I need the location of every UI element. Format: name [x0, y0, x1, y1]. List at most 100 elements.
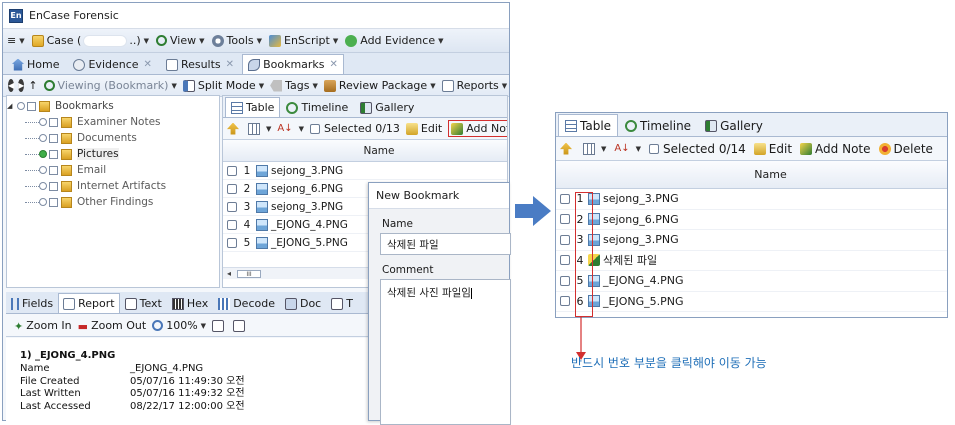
tree-checkbox[interactable]: [49, 133, 58, 143]
review-package-dropdown[interactable]: Review Package ▼: [323, 79, 436, 92]
row-number[interactable]: 3: [574, 233, 586, 246]
edit-button[interactable]: Edit: [405, 122, 442, 135]
add-note-button[interactable]: Add Note: [800, 142, 871, 156]
tab-hex[interactable]: Hex: [167, 293, 213, 313]
close-icon[interactable]: ✕: [330, 59, 338, 70]
menu-enscript[interactable]: EnScript ▼: [269, 34, 338, 47]
row-checkbox[interactable]: [560, 296, 570, 307]
columns-dropdown[interactable]: ▼: [583, 142, 606, 155]
tree-checkbox[interactable]: [49, 117, 58, 127]
row-checkbox[interactable]: [560, 234, 570, 245]
tree-checkbox[interactable]: [49, 181, 58, 191]
tab-timeline[interactable]: Timeline: [618, 114, 698, 136]
row-checkbox[interactable]: [560, 275, 570, 286]
tab-timeline[interactable]: Timeline: [280, 97, 354, 117]
tab-report[interactable]: Report: [58, 293, 120, 313]
add-note-button[interactable]: Add Note: [448, 120, 507, 137]
tree-item-examiner-notes[interactable]: Examiner Notes: [7, 114, 219, 130]
collapse-icon[interactable]: ◢: [7, 102, 15, 110]
tab-table[interactable]: Table: [225, 97, 281, 117]
scroll-thumb[interactable]: III: [237, 269, 262, 278]
row-checkbox[interactable]: [227, 165, 237, 176]
tree-item-documents[interactable]: Documents: [7, 130, 219, 146]
back-icon[interactable]: ◀: [8, 79, 15, 92]
table-row[interactable]: 3 sejong_3.PNG: [556, 230, 947, 251]
menu-add-evidence[interactable]: Add Evidence ▼: [345, 34, 443, 47]
menu-case[interactable]: Case (..) ▼: [31, 34, 149, 47]
tab-evidence[interactable]: Evidence ✕: [67, 54, 157, 74]
row-checkbox[interactable]: [560, 214, 570, 225]
menu-tools[interactable]: Tools ▼: [211, 34, 262, 47]
tab-decode[interactable]: Decode: [213, 293, 280, 313]
row-number[interactable]: 5: [574, 274, 586, 287]
tree-root[interactable]: ◢ Bookmarks: [7, 98, 219, 114]
columns-dropdown[interactable]: ▼: [248, 122, 271, 135]
tree-checkbox[interactable]: [27, 101, 36, 111]
viewing-dropdown[interactable]: Viewing (Bookmark) ▼: [43, 79, 177, 92]
tab-table[interactable]: Table: [558, 114, 619, 136]
tab-gallery[interactable]: Gallery: [698, 114, 770, 136]
tab-gallery[interactable]: Gallery: [354, 97, 420, 117]
sort-dropdown[interactable]: A↓ ▼: [277, 123, 304, 135]
bookmark-tree: ◢ Bookmarks Examiner Notes Documents Pic…: [6, 95, 220, 288]
table-row[interactable]: 1 sejong_3.PNG: [556, 189, 947, 210]
column-header-name[interactable]: Name: [251, 140, 507, 162]
tree-item-other-findings[interactable]: Other Findings: [7, 194, 219, 210]
tab-overflow[interactable]: T: [326, 293, 358, 313]
forward-icon[interactable]: ▶: [18, 79, 25, 92]
menu-overflow-button[interactable]: ≡ ▼: [7, 34, 25, 47]
tab-text[interactable]: Text: [120, 293, 167, 313]
split-mode-dropdown[interactable]: Split Mode ▼: [182, 79, 264, 92]
tab-bookmarks[interactable]: Bookmarks ✕: [242, 54, 344, 74]
delete-button[interactable]: Delete: [878, 142, 933, 156]
export-button[interactable]: [212, 319, 227, 332]
tree-item-pictures[interactable]: Pictures: [7, 146, 219, 162]
tab-results[interactable]: Results ✕: [160, 54, 240, 74]
row-checkbox[interactable]: [560, 193, 570, 204]
name-field[interactable]: 삭제된 파일: [380, 233, 511, 255]
row-number[interactable]: 6: [574, 295, 586, 308]
menu-view[interactable]: View ▼: [156, 34, 205, 47]
row-checkbox[interactable]: [227, 237, 237, 248]
comment-label: Comment: [382, 264, 434, 276]
tab-doc[interactable]: Doc: [280, 293, 326, 313]
select-all-checkbox[interactable]: Selected 0/13: [310, 122, 400, 135]
column-header-name[interactable]: Name: [594, 161, 947, 189]
table-row[interactable]: 6 _EJONG_5.PNG: [556, 292, 947, 312]
row-number[interactable]: 1: [574, 192, 586, 205]
tree-item-email[interactable]: Email: [7, 162, 219, 178]
table-row[interactable]: 1 sejong_3.PNG: [223, 162, 507, 180]
row-checkbox[interactable]: [227, 219, 237, 230]
tree-item-internet-artifacts[interactable]: Internet Artifacts: [7, 178, 219, 194]
table-row[interactable]: 4 삭제된 파일: [556, 251, 947, 271]
go-up-button[interactable]: [560, 142, 575, 155]
tab-home[interactable]: Home: [6, 54, 65, 74]
zoom-in-button[interactable]: ✦ Zoom In: [14, 319, 72, 333]
tree-checkbox[interactable]: [49, 149, 58, 159]
hex-icon: [171, 297, 184, 310]
table-row[interactable]: 2 sejong_6.PNG: [556, 210, 947, 230]
scroll-left-icon[interactable]: ◂: [227, 269, 231, 278]
reports-dropdown[interactable]: Reports ▼: [441, 79, 507, 92]
close-icon[interactable]: ✕: [226, 59, 234, 70]
sort-dropdown[interactable]: A↓ ▼: [614, 143, 641, 155]
comment-field[interactable]: 삭제된 사진 파일임: [380, 279, 511, 425]
tree-checkbox[interactable]: [49, 197, 58, 207]
go-up-button[interactable]: [227, 122, 242, 135]
select-all-checkbox[interactable]: Selected 0/14: [649, 142, 746, 156]
print-button[interactable]: [233, 319, 248, 332]
row-checkbox[interactable]: [227, 183, 237, 194]
edit-button[interactable]: Edit: [753, 142, 792, 156]
row-number[interactable]: 4: [574, 254, 586, 267]
row-checkbox[interactable]: [227, 201, 237, 212]
zoom-out-button[interactable]: ▬ Zoom Out: [78, 319, 147, 333]
close-icon[interactable]: ✕: [144, 59, 152, 70]
tags-dropdown[interactable]: Tags ▼: [270, 79, 318, 92]
tree-checkbox[interactable]: [49, 165, 58, 175]
zoom-level-dropdown[interactable]: 100% ▼: [152, 319, 206, 332]
row-number[interactable]: 2: [574, 213, 586, 226]
up-arrow-icon[interactable]: ↑: [28, 79, 37, 92]
tab-fields[interactable]: Fields: [6, 293, 58, 313]
table-row[interactable]: 5 _EJONG_4.PNG: [556, 271, 947, 292]
row-checkbox[interactable]: [560, 255, 570, 266]
